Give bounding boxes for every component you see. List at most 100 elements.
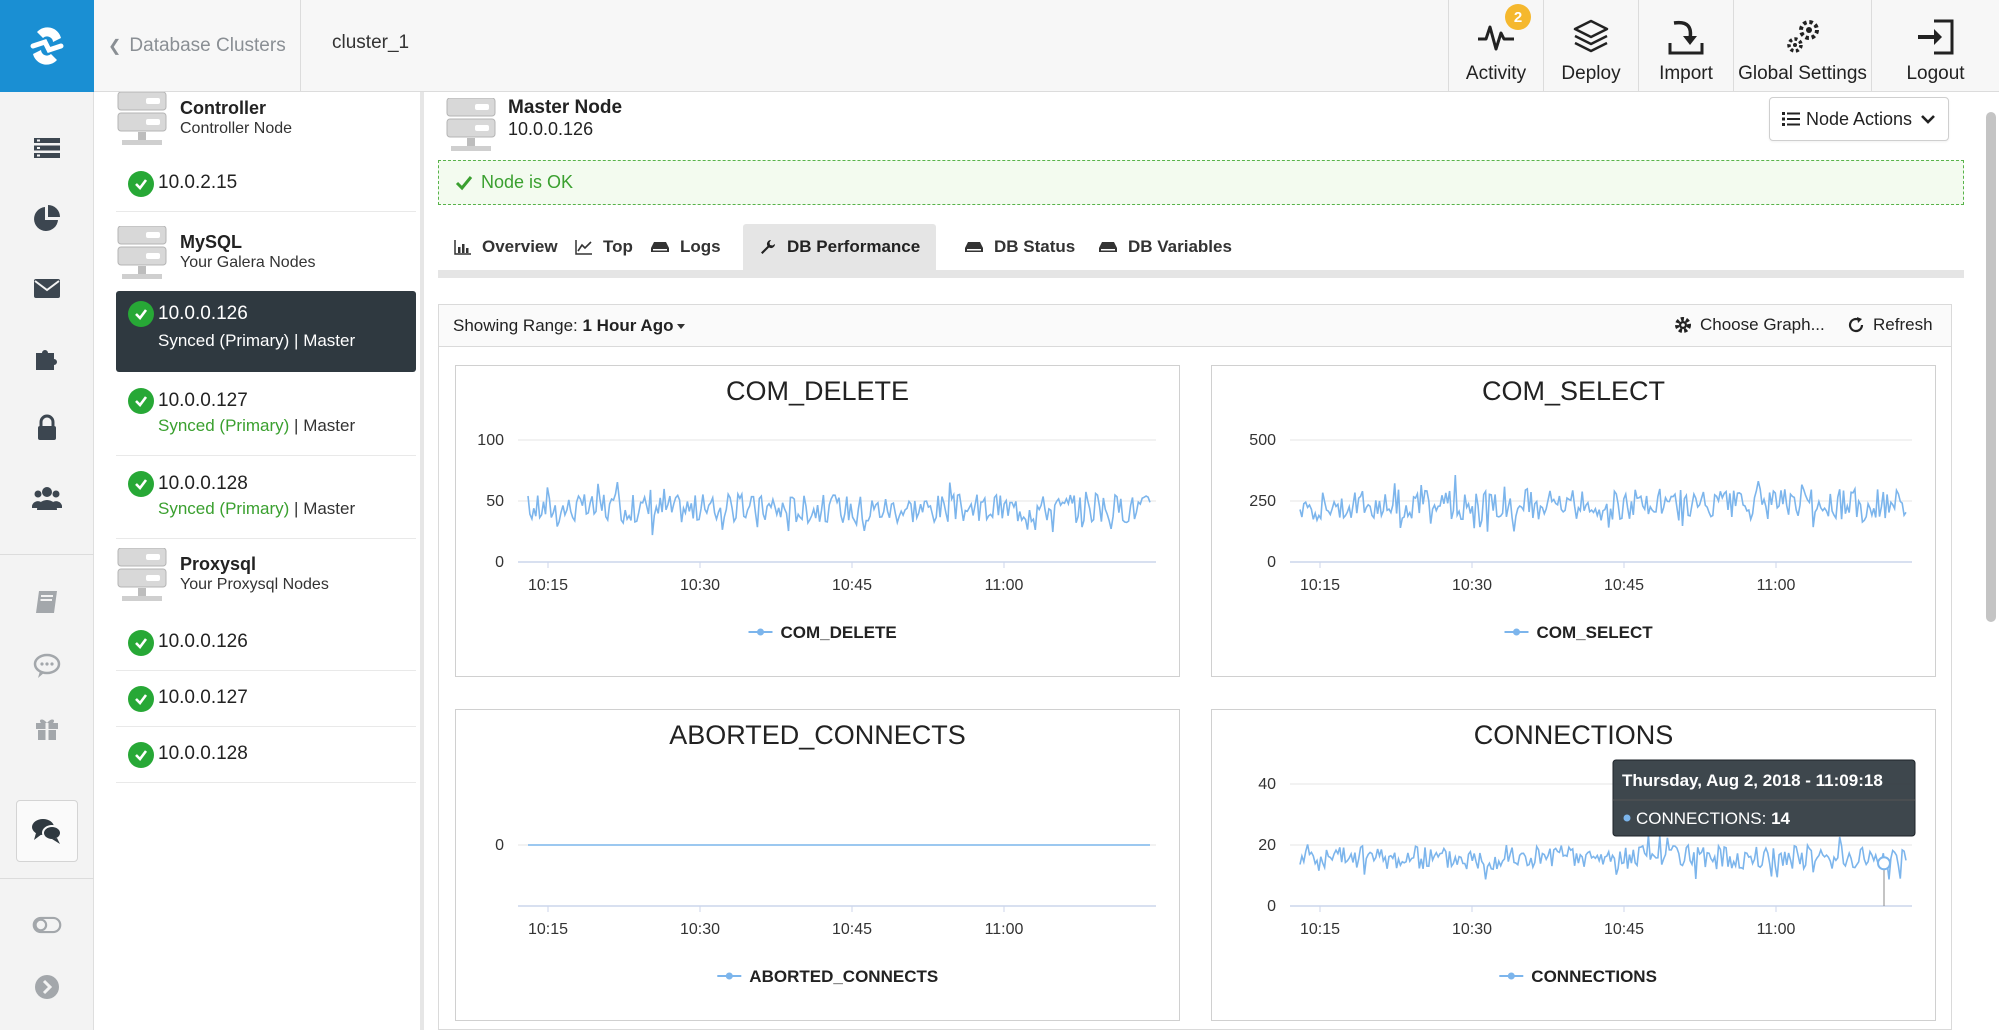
legend-item: ABORTED_CONNECTS <box>717 967 938 986</box>
pie-chart-icon[interactable] <box>0 198 94 238</box>
legend-marker <box>725 972 733 980</box>
node-ip: 10.0.0.128 <box>158 743 248 764</box>
tab-bar: Overview Top Logs DB Performance DB Stat… <box>438 224 1964 278</box>
group-title: Controller <box>180 98 267 118</box>
chart-title: CONNECTIONS <box>1474 720 1674 750</box>
node-actions-label: Node Actions <box>1805 108 1913 129</box>
node-status-banner: Node is OK <box>438 160 1964 205</box>
chart-com-select: COM_SELECT 0 250 500 10:15 10:30 10:45 11:00 COM… <box>1211 365 1936 677</box>
node-ip-header: 10.0.0.126 <box>508 119 594 139</box>
logout-icon <box>1917 19 1953 55</box>
users-icon[interactable] <box>0 478 94 518</box>
group-mysql: MySQL Your Galera Nodes <box>116 226 416 290</box>
node-actions-button[interactable]: Node Actions <box>1769 97 1949 141</box>
ok-check-icon <box>128 301 154 327</box>
tooltip-value: CONNECTIONS: 14 <box>1636 809 1791 828</box>
x-tick-label: 10:30 <box>1452 577 1492 594</box>
refresh-icon <box>1848 317 1864 333</box>
top-bar: ❮ Database Clusters cluster_1 Activity 2… <box>94 0 1999 92</box>
import-button[interactable]: Import <box>1638 0 1733 92</box>
line-chart-icon <box>575 240 592 255</box>
chart-aborted-connects: ABORTED_CONNECTS 0 10:15 10:30 10:45 11:00 ABO… <box>455 709 1180 1021</box>
legend-marker <box>1513 628 1520 636</box>
node-status: Synced (Primary) | Master <box>158 331 356 350</box>
chevron-left-icon: ❮ <box>108 38 122 55</box>
icon-rail <box>0 0 94 1030</box>
y-tick-label: 0 <box>1267 554 1276 571</box>
x-tick-label: 10:45 <box>832 577 872 594</box>
tooltip-marker <box>1623 814 1631 822</box>
node-item[interactable]: 10.0.2.15 <box>116 156 416 212</box>
server-icon <box>446 98 496 151</box>
gear-icon <box>1675 317 1691 333</box>
legend-marker <box>757 628 764 636</box>
app-logo[interactable] <box>0 0 94 92</box>
y-tick-label: 20 <box>1258 837 1276 854</box>
x-tick-label: 10:45 <box>1604 577 1644 594</box>
node-item[interactable]: 10.0.0.128 <box>116 727 416 783</box>
logout-button[interactable]: Logout <box>1871 0 1999 92</box>
chart-title: ABORTED_CONNECTS <box>669 720 966 750</box>
y-tick-label: 500 <box>1249 432 1276 449</box>
tab-db-status[interactable]: DB Status <box>948 224 1091 270</box>
node-item[interactable]: 10.0.0.128 Synced (Primary) | Master <box>116 457 416 539</box>
main-content: Master Node 10.0.0.126 Node Actions Node… <box>428 92 1964 1030</box>
deploy-button[interactable]: Deploy <box>1543 0 1638 92</box>
global-settings-label: Global Settings <box>1738 63 1867 84</box>
node-ip: 10.0.0.126 <box>158 303 248 324</box>
legend-item: COM_SELECT <box>1504 623 1653 642</box>
gift-icon[interactable] <box>0 708 94 748</box>
legend-label: CONNECTIONS <box>1531 967 1657 986</box>
node-ip: 10.0.2.15 <box>158 172 238 193</box>
gears-icon <box>1786 20 1819 53</box>
refresh-button[interactable]: Refresh <box>1847 315 1933 335</box>
chart-title: COM_DELETE <box>726 376 909 406</box>
node-item[interactable]: 10.0.0.126 <box>116 615 416 671</box>
node-ip: 10.0.0.127 <box>158 687 248 708</box>
group-title: Proxysql <box>180 554 257 574</box>
x-tick-label: 10:45 <box>1604 921 1644 938</box>
ok-check-icon <box>128 686 154 712</box>
node-status-text: Node is OK <box>481 172 574 192</box>
envelope-icon[interactable] <box>0 268 94 308</box>
wrench-icon <box>761 239 776 254</box>
node-status: Synced (Primary) | Master <box>158 416 356 435</box>
puzzle-icon[interactable] <box>0 338 94 378</box>
server-icon <box>117 226 167 279</box>
chat-button[interactable] <box>16 800 78 862</box>
range-selector[interactable]: Showing Range: 1 Hour Ago <box>453 316 686 336</box>
tab-db-variables[interactable]: DB Variables <box>1082 224 1248 270</box>
global-settings-button[interactable]: Global Settings <box>1733 0 1871 92</box>
series-line <box>527 481 1151 536</box>
choose-graph-button[interactable]: Choose Graph... <box>1674 315 1825 335</box>
page-scrollbar[interactable] <box>1986 112 1996 622</box>
y-tick-label: 40 <box>1258 776 1276 793</box>
tab-logs[interactable]: Logs <box>634 224 737 270</box>
chevron-right-icon[interactable] <box>0 967 94 1007</box>
y-tick-label: 100 <box>477 432 504 449</box>
tab-overview[interactable]: Overview <box>438 224 574 270</box>
activity-button[interactable]: Activity 2 <box>1448 0 1543 92</box>
chat-icon <box>32 819 62 844</box>
comment-icon[interactable] <box>0 646 94 686</box>
x-tick-label: 11:00 <box>1757 577 1796 594</box>
node-ip: 10.0.0.128 <box>158 473 248 494</box>
list-icon <box>1781 112 1800 126</box>
node-item[interactable]: 10.0.0.127 <box>116 671 416 727</box>
book-icon[interactable] <box>0 582 94 622</box>
tab-db-performance[interactable]: DB Performance <box>743 224 937 270</box>
y-tick-label: 0 <box>495 837 504 854</box>
caret-down-icon <box>677 324 686 330</box>
clusters-icon[interactable] <box>0 128 94 168</box>
node-item-active[interactable]: 10.0.0.126 Synced (Primary) | Master <box>116 291 416 372</box>
node-list: Controller Controller Node 10.0.2.15 MyS… <box>94 92 424 1030</box>
y-tick-label: 0 <box>495 554 504 571</box>
y-tick-label: 50 <box>486 493 504 510</box>
x-tick-label: 11:00 <box>1757 921 1796 938</box>
toggle-icon[interactable] <box>0 905 94 945</box>
lock-icon[interactable] <box>0 408 94 448</box>
node-item[interactable]: 10.0.0.127 Synced (Primary) | Master <box>116 374 416 456</box>
hover-point <box>1877 856 1891 871</box>
back-to-clusters-link[interactable]: ❮ Database Clusters <box>94 0 301 92</box>
ok-check-icon <box>128 471 154 497</box>
